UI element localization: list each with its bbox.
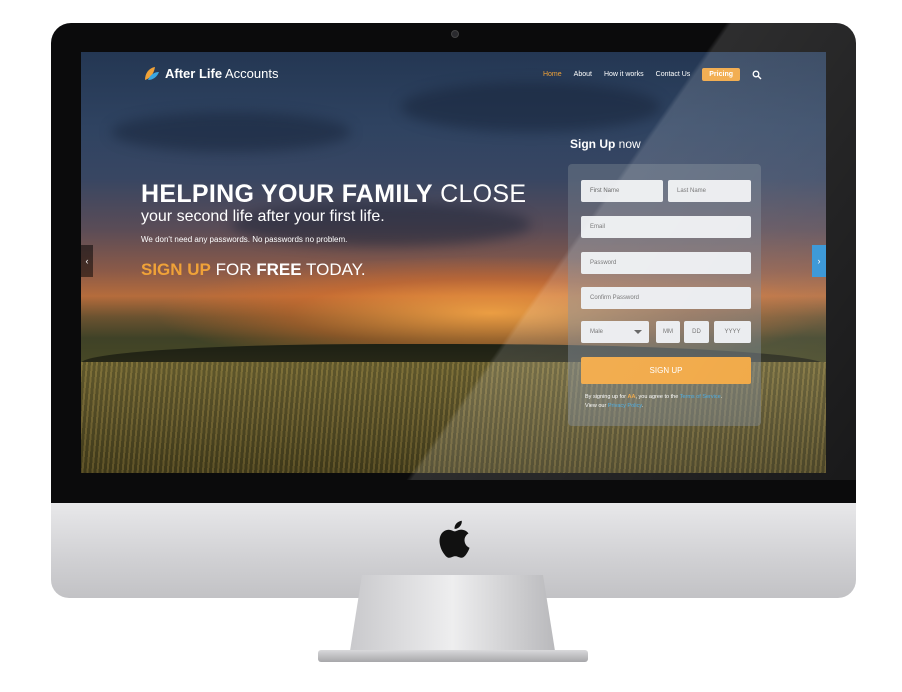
email-field[interactable]: Email (581, 216, 751, 238)
gender-select-value: Male (590, 329, 604, 335)
nav-how-it-works[interactable]: How it works (604, 71, 644, 78)
leaf-logo-icon (145, 67, 159, 80)
hero-cta[interactable]: SIGN UP FOR FREE TODAY. (141, 260, 526, 280)
nav-about[interactable]: About (574, 71, 592, 78)
hero-note: We don't need any passwords. No password… (141, 235, 348, 244)
slider-next-button[interactable]: › (812, 245, 826, 277)
signup-title: Sign Up now (570, 137, 641, 151)
website-screen: After Life Accounts Home About How it wo… (81, 52, 826, 473)
chevron-right-icon: › (817, 256, 821, 266)
search-icon[interactable] (752, 70, 762, 80)
slider-prev-button[interactable]: ‹ (81, 245, 93, 277)
brand-logo[interactable]: After Life Accounts (143, 65, 278, 82)
signup-form: First Name Last Name Email Password Conf… (568, 164, 761, 426)
top-navigation: After Life Accounts Home About How it wo… (81, 52, 826, 96)
brand-name: After Life Accounts (165, 66, 279, 81)
confirm-password-field[interactable]: Confirm Password (581, 287, 751, 309)
main-menu: Home About How it works Contact Us Prici… (543, 68, 762, 81)
last-name-field[interactable]: Last Name (668, 180, 751, 202)
terms-text: By signing up for AA, you agree to the T… (585, 394, 723, 409)
signup-button[interactable]: SIGN UP (581, 357, 751, 384)
password-field[interactable]: Password (581, 252, 751, 274)
chevron-down-icon (634, 330, 642, 334)
birth-month-field[interactable]: MM (656, 321, 680, 343)
birth-day-field[interactable]: DD (684, 321, 709, 343)
apple-logo-icon (439, 520, 470, 558)
monitor-stand (350, 575, 555, 651)
privacy-policy-link[interactable]: Privacy Policy (608, 403, 642, 409)
gender-select[interactable]: Male (581, 321, 649, 343)
hero-section: HELPING YOUR FAMILY CLOSE your second li… (141, 180, 526, 280)
chevron-left-icon: ‹ (85, 256, 89, 266)
birth-year-field[interactable]: YYYY (714, 321, 751, 343)
sky-cloud (111, 112, 351, 152)
hero-subtitle: your second life after your first life. (141, 208, 385, 225)
camera (451, 30, 459, 38)
hero-title: HELPING YOUR FAMILY CLOSE (141, 180, 527, 208)
nav-contact-us[interactable]: Contact Us (656, 71, 691, 78)
monitor-stand-foot (318, 650, 588, 662)
terms-of-service-link[interactable]: Terms of Service (680, 394, 721, 400)
nav-pricing-button[interactable]: Pricing (702, 68, 740, 81)
first-name-field[interactable]: First Name (581, 180, 663, 202)
nav-home[interactable]: Home (543, 71, 562, 78)
